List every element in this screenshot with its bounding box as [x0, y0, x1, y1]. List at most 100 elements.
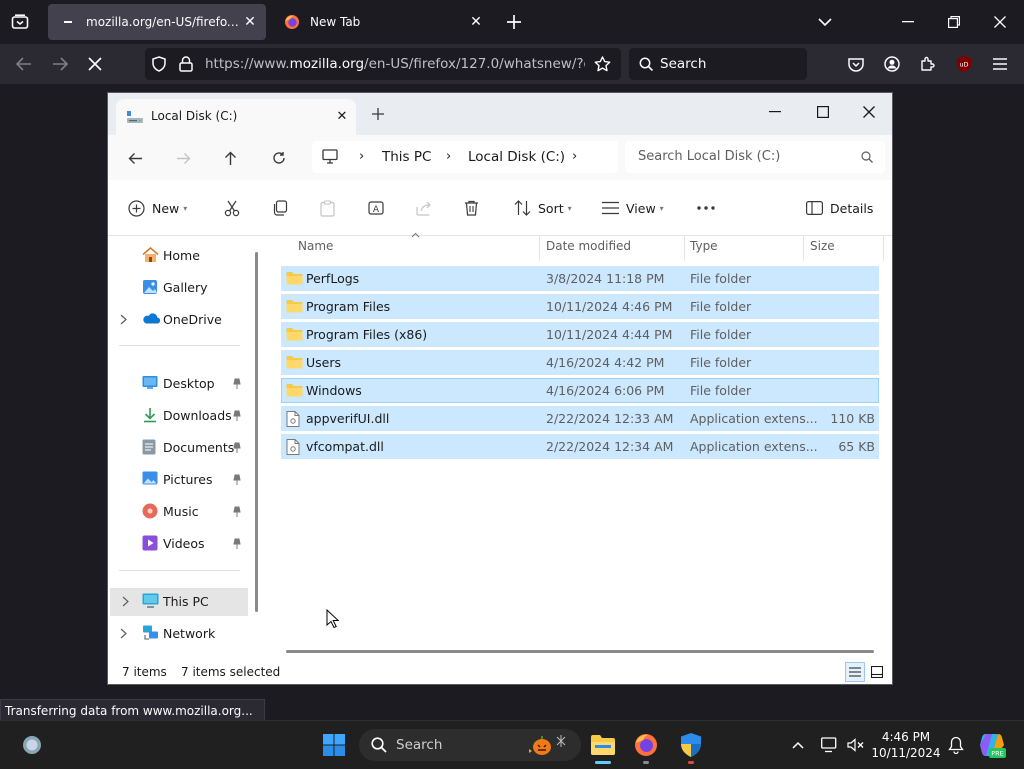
pin-icon[interactable] [232, 441, 242, 453]
breadcrumb-local-disk[interactable]: Local Disk (C:) [468, 149, 565, 165]
horizontal-scrollbar[interactable] [286, 650, 874, 653]
back-icon[interactable] [12, 52, 36, 76]
details-pane-button[interactable]: Details [806, 197, 873, 219]
column-header-date[interactable]: Date modified [546, 239, 631, 261]
close-window-icon[interactable] [854, 99, 884, 125]
breadcrumb[interactable]: › This PC › Local Disk (C:) › [312, 141, 618, 173]
pin-icon[interactable] [232, 505, 242, 517]
refresh-icon[interactable] [268, 147, 290, 169]
cut-icon[interactable] [224, 197, 240, 219]
explorer-tab[interactable]: Local Disk (C:) ✕ [116, 99, 356, 135]
tab-overflow-chevron-icon[interactable] [815, 12, 835, 32]
column-header-name[interactable]: Name [298, 239, 333, 261]
nav-item-gallery[interactable]: Gallery [108, 274, 246, 302]
web-search-bar[interactable]: Search [629, 48, 807, 80]
details-view-icon[interactable] [845, 662, 865, 682]
file-row[interactable]: Program Files (x86) 10/11/2024 4:44 PM F… [281, 322, 879, 347]
list-all-tabs-icon[interactable] [8, 10, 32, 34]
share-icon[interactable] [416, 197, 433, 219]
add-tab-icon[interactable] [370, 106, 386, 122]
more-options-icon[interactable] [697, 197, 715, 219]
chevron-right-icon[interactable] [120, 314, 127, 325]
lock-icon[interactable] [179, 56, 193, 72]
pin-icon[interactable] [232, 409, 242, 421]
large-icons-view-icon[interactable] [867, 662, 887, 682]
chevron-right-icon[interactable] [120, 628, 127, 639]
maximize-icon[interactable] [808, 99, 838, 125]
column-divider[interactable] [803, 235, 804, 261]
minimize-icon[interactable] [898, 12, 918, 32]
nav-item-desktop[interactable]: Desktop [108, 370, 246, 398]
sort-button[interactable]: Sort ▾ [514, 197, 572, 219]
breadcrumb-separator-icon[interactable]: › [572, 149, 577, 164]
chevron-right-icon[interactable] [122, 596, 129, 607]
widgets-weather-icon[interactable] [18, 731, 46, 759]
nav-item-network[interactable]: Network [108, 620, 246, 648]
nav-item-onedrive[interactable]: OneDrive [108, 306, 246, 334]
delete-icon[interactable] [464, 197, 479, 219]
nav-item-videos[interactable]: Videos [108, 530, 246, 558]
pin-icon[interactable] [232, 473, 242, 485]
close-tab-icon[interactable]: ✕ [334, 108, 350, 124]
pocket-icon[interactable] [844, 52, 868, 76]
view-button[interactable]: View ▾ [602, 197, 664, 219]
close-tab-icon[interactable]: ✕ [240, 12, 260, 32]
forward-icon[interactable] [48, 52, 72, 76]
close-window-icon[interactable] [990, 12, 1010, 32]
forward-arrow-icon[interactable] [172, 147, 194, 169]
halloween-pumpkin-icon[interactable] [527, 733, 571, 757]
column-header-type[interactable]: Type [690, 239, 718, 261]
browser-tab-mozilla[interactable]: mozilla.org/en-US/firefox/127.0/whatsnew… [48, 4, 266, 40]
ublock-origin-icon[interactable]: uD [952, 52, 976, 76]
security-shield-app-icon[interactable] [677, 731, 705, 759]
system-clock[interactable]: 4:46 PM 10/11/2024 [866, 729, 946, 761]
paste-icon[interactable] [320, 197, 335, 219]
taskbar-search-box[interactable]: Search [359, 729, 581, 761]
nav-item-pictures[interactable]: Pictures [108, 466, 246, 494]
file-row[interactable]: vfcompat.dll 2/22/2024 12:34 AM Applicat… [281, 434, 879, 459]
file-explorer-app-icon[interactable] [589, 731, 617, 759]
back-arrow-icon[interactable] [124, 147, 146, 169]
minimize-icon[interactable] [760, 99, 790, 125]
column-header-size[interactable]: Size [810, 239, 835, 261]
copilot-icon[interactable]: PRE [978, 731, 1006, 759]
nav-item-music[interactable]: Music [108, 498, 246, 526]
nav-item-this-pc[interactable]: This PC [110, 588, 248, 616]
file-row[interactable]: appverifUI.dll 2/22/2024 12:33 AM Applic… [281, 406, 879, 431]
breadcrumb-this-pc[interactable]: This PC [382, 149, 431, 165]
nav-item-documents[interactable]: Documents [108, 434, 246, 462]
start-windows-icon[interactable] [320, 731, 348, 759]
copy-icon[interactable] [272, 197, 288, 219]
pin-icon[interactable] [232, 377, 242, 389]
pin-icon[interactable] [232, 537, 242, 549]
stop-loading-icon[interactable] [83, 52, 107, 76]
file-row[interactable]: Program Files 10/11/2024 4:46 PM File fo… [281, 294, 879, 319]
browser-tab-newtab[interactable]: New Tab ✕ [272, 4, 492, 40]
url-bar[interactable]: https://www.mozilla.org/en-US/firefox/12… [145, 48, 621, 80]
bookmark-star-icon[interactable] [594, 56, 611, 72]
file-row[interactable]: PerfLogs 3/8/2024 11:18 PM File folder [281, 266, 879, 291]
extensions-icon[interactable] [916, 52, 940, 76]
explorer-search-box[interactable]: Search Local Disk (C:) [625, 141, 885, 173]
column-divider[interactable] [539, 235, 540, 261]
column-divider[interactable] [684, 235, 685, 261]
nav-item-downloads[interactable]: Downloads [108, 402, 246, 430]
close-tab-icon[interactable]: ✕ [466, 12, 486, 32]
new-tab-icon[interactable] [504, 12, 524, 32]
column-divider[interactable] [883, 235, 884, 261]
firefox-app-icon[interactable] [632, 731, 660, 759]
file-row[interactable]: Windows 4/16/2024 6:06 PM File folder [281, 378, 879, 403]
rename-icon[interactable]: A [368, 197, 385, 219]
account-icon[interactable] [880, 52, 904, 76]
menu-icon[interactable] [988, 52, 1012, 76]
restore-icon[interactable] [944, 12, 964, 32]
new-button[interactable]: New ▾ [128, 197, 187, 219]
nav-item-home[interactable]: Home [108, 242, 246, 270]
file-row[interactable]: Users 4/16/2024 4:42 PM File folder [281, 350, 879, 375]
up-arrow-icon[interactable] [219, 147, 241, 169]
notifications-bell-icon[interactable] [942, 731, 970, 759]
network-display-icon[interactable] [816, 731, 844, 759]
nav-scrollbar[interactable] [255, 252, 258, 612]
tracking-shield-icon[interactable] [151, 56, 167, 72]
show-hidden-icons-chevron-icon[interactable] [784, 731, 812, 759]
